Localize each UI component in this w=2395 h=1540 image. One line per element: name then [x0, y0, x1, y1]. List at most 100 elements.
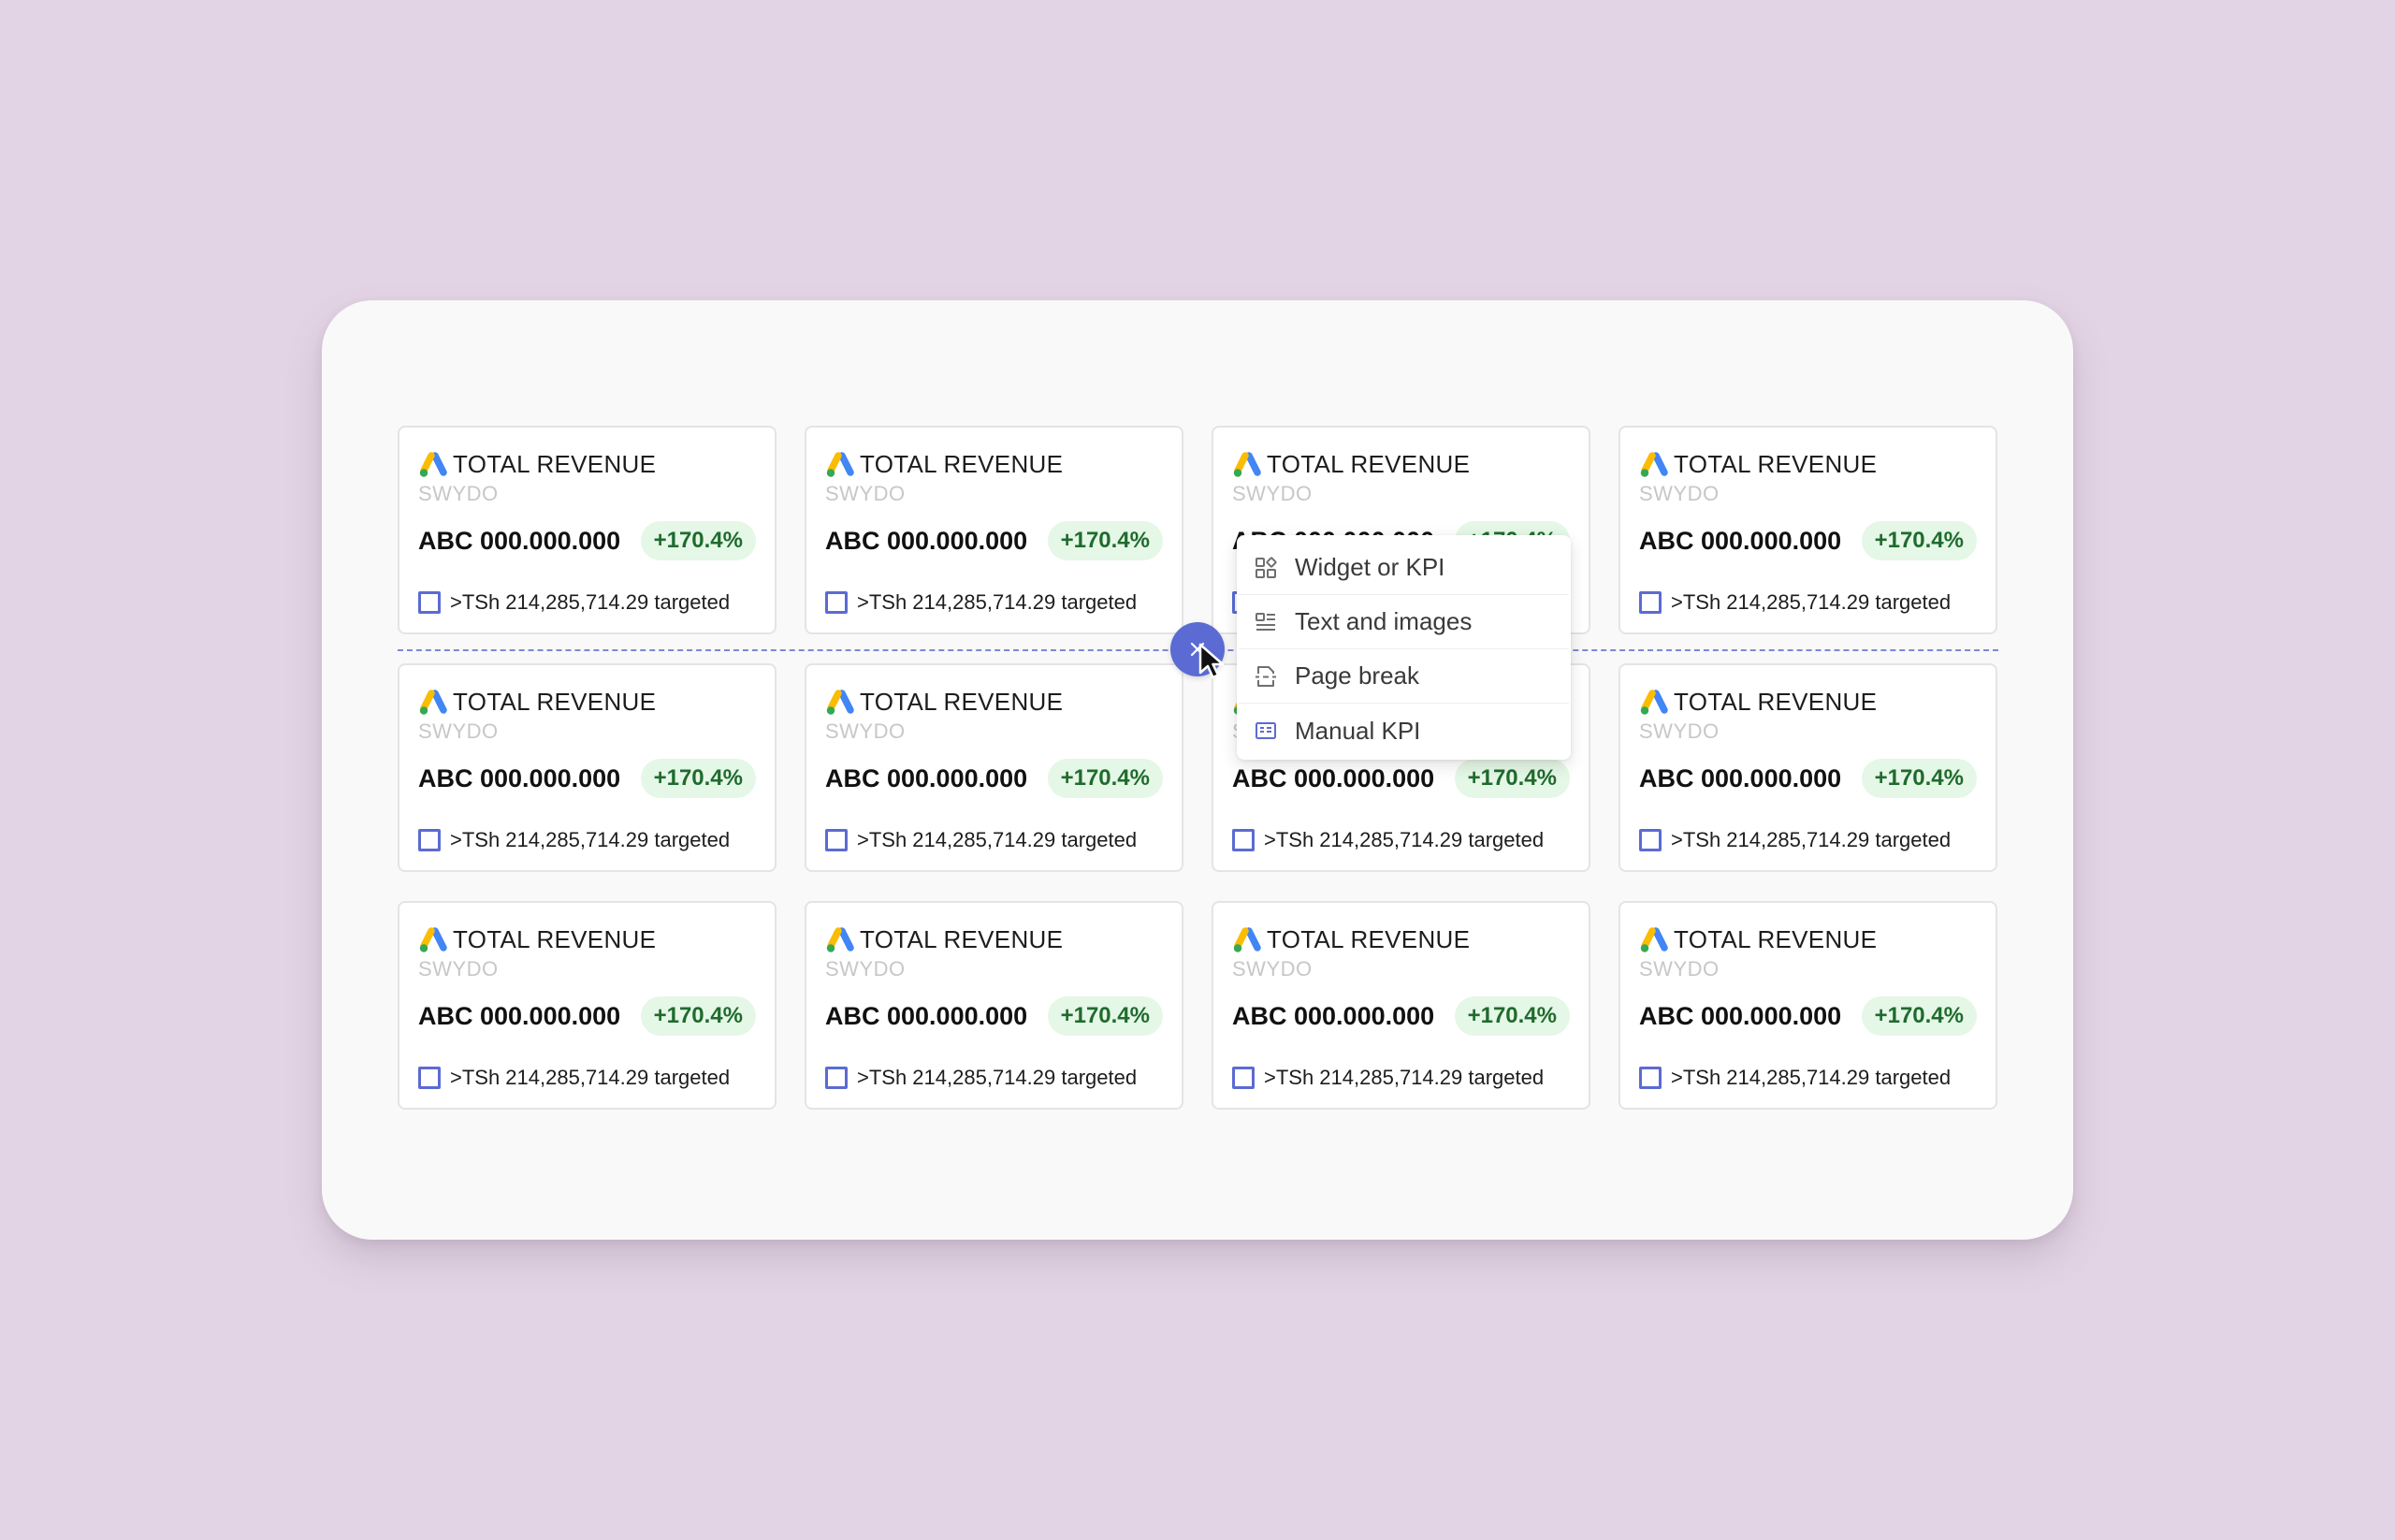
card-title: TOTAL REVENUE: [1267, 925, 1471, 953]
card-target: >TSh 214,285,714.29 targeted: [825, 828, 1137, 852]
target-checkbox[interactable]: [1639, 829, 1662, 851]
target-checkbox[interactable]: [1232, 829, 1255, 851]
card-title: TOTAL REVENUE: [860, 925, 1064, 953]
card-value: ABC 000.000.000: [418, 527, 621, 555]
google-ads-icon: [1640, 451, 1668, 477]
card-header: TOTAL REVENUE: [825, 925, 1063, 954]
card-target: >TSh 214,285,714.29 targeted: [1639, 828, 1951, 852]
card-target: >TSh 214,285,714.29 targeted: [825, 1066, 1137, 1090]
card-value: ABC 000.000.000: [1639, 527, 1842, 555]
kpi-card[interactable]: TOTAL REVENUE SWYDO ABC 000.000.000 +170.4%…: [1212, 901, 1590, 1110]
google-ads-icon: [826, 926, 854, 952]
card-source: SWYDO: [1639, 719, 1720, 743]
change-badge: +170.4%: [640, 759, 756, 798]
google-ads-icon: [1233, 451, 1261, 477]
target-text: >TSh 214,285,714.29 targeted: [857, 828, 1138, 851]
target-checkbox[interactable]: [418, 829, 441, 851]
google-ads-icon: [419, 689, 447, 715]
target-checkbox[interactable]: [825, 1067, 848, 1089]
change-badge: +170.4%: [1861, 521, 1977, 560]
target-checkbox[interactable]: [825, 591, 848, 614]
target-text: >TSh 214,285,714.29 targeted: [1671, 590, 1952, 614]
card-header: TOTAL REVENUE: [1639, 450, 1877, 479]
google-ads-icon: [826, 451, 854, 477]
google-ads-icon: [1233, 926, 1261, 952]
target-checkbox[interactable]: [1639, 1067, 1662, 1089]
mouse-cursor-icon: [1198, 643, 1225, 679]
card-value: ABC 000.000.000: [1232, 764, 1435, 792]
card-target: >TSh 214,285,714.29 targeted: [418, 590, 730, 615]
menu-item-label: Widget or KPI: [1295, 553, 1445, 581]
card-target: >TSh 214,285,714.29 targeted: [1639, 1066, 1951, 1090]
change-badge: +170.4%: [1454, 996, 1570, 1036]
google-ads-icon: [419, 451, 447, 477]
card-value: ABC 000.000.000: [825, 1002, 1028, 1030]
target-checkbox[interactable]: [1232, 1067, 1255, 1089]
google-ads-icon: [826, 689, 854, 715]
menu-item-widget-or-kpi[interactable]: Widget or KPI: [1239, 541, 1569, 595]
card-title: TOTAL REVENUE: [453, 925, 657, 953]
card-target: >TSh 214,285,714.29 targeted: [825, 590, 1137, 615]
card-source: SWYDO: [418, 957, 499, 981]
target-text: >TSh 214,285,714.29 targeted: [857, 1066, 1138, 1089]
menu-item-text-and-images[interactable]: Text and images: [1239, 595, 1569, 649]
card-source: SWYDO: [1639, 957, 1720, 981]
kpi-card[interactable]: TOTAL REVENUE SWYDO ABC 000.000.000 +170.4%…: [805, 426, 1183, 634]
target-checkbox[interactable]: [1639, 591, 1662, 614]
kpi-card[interactable]: TOTAL REVENUE SWYDO ABC 000.000.000 +170.4%…: [805, 663, 1183, 872]
card-value: ABC 000.000.000: [1639, 764, 1842, 792]
card-header: TOTAL REVENUE: [1639, 688, 1877, 717]
target-text: >TSh 214,285,714.29 targeted: [857, 590, 1138, 614]
kpi-card[interactable]: TOTAL REVENUE SWYDO ABC 000.000.000 +170.4%…: [398, 901, 777, 1110]
insert-menu: Widget or KPI Text and images Page break: [1237, 535, 1571, 760]
card-source: SWYDO: [825, 957, 906, 981]
card-title: TOTAL REVENUE: [860, 450, 1064, 478]
card-title: TOTAL REVENUE: [453, 450, 657, 478]
kpi-card[interactable]: TOTAL REVENUE SWYDO ABC 000.000.000 +170.4%…: [805, 901, 1183, 1110]
menu-item-label: Page break: [1295, 661, 1419, 690]
card-value: ABC 000.000.000: [825, 527, 1028, 555]
target-text: >TSh 214,285,714.29 targeted: [450, 828, 731, 851]
target-checkbox[interactable]: [418, 591, 441, 614]
card-header: TOTAL REVENUE: [1232, 925, 1470, 954]
card-value: ABC 000.000.000: [418, 764, 621, 792]
card-header: TOTAL REVENUE: [418, 925, 656, 954]
card-title: TOTAL REVENUE: [1674, 450, 1878, 478]
target-checkbox[interactable]: [825, 829, 848, 851]
change-badge: +170.4%: [1047, 996, 1163, 1036]
change-badge: +170.4%: [1861, 996, 1977, 1036]
card-header: TOTAL REVENUE: [825, 688, 1063, 717]
target-checkbox[interactable]: [418, 1067, 441, 1089]
card-source: SWYDO: [825, 719, 906, 743]
target-text: >TSh 214,285,714.29 targeted: [1671, 828, 1952, 851]
change-badge: +170.4%: [1454, 759, 1570, 798]
change-badge: +170.4%: [1861, 759, 1977, 798]
menu-item-label: Manual KPI: [1295, 716, 1421, 745]
target-text: >TSh 214,285,714.29 targeted: [1264, 828, 1545, 851]
target-text: >TSh 214,285,714.29 targeted: [450, 590, 731, 614]
manual-kpi-icon: [1256, 722, 1276, 739]
menu-item-label: Text and images: [1295, 607, 1473, 635]
change-badge: +170.4%: [640, 521, 756, 560]
menu-item-manual-kpi[interactable]: Manual KPI: [1239, 704, 1569, 758]
kpi-card[interactable]: TOTAL REVENUE SWYDO ABC 000.000.000 +170.4%…: [398, 663, 777, 872]
kpi-card[interactable]: TOTAL REVENUE SWYDO ABC 000.000.000 +170.4%…: [1618, 901, 1997, 1110]
card-target: >TSh 214,285,714.29 targeted: [418, 1066, 730, 1090]
card-value: ABC 000.000.000: [1232, 1002, 1435, 1030]
card-title: TOTAL REVENUE: [1674, 688, 1878, 716]
card-title: TOTAL REVENUE: [1674, 925, 1878, 953]
google-ads-icon: [419, 926, 447, 952]
page-break-icon: [1256, 665, 1276, 687]
card-value: ABC 000.000.000: [825, 764, 1028, 792]
target-text: >TSh 214,285,714.29 targeted: [1671, 1066, 1952, 1089]
kpi-card[interactable]: TOTAL REVENUE SWYDO ABC 000.000.000 +170.4%…: [398, 426, 777, 634]
card-header: TOTAL REVENUE: [825, 450, 1063, 479]
card-source: SWYDO: [825, 482, 906, 505]
menu-item-page-break[interactable]: Page break: [1239, 649, 1569, 704]
kpi-card[interactable]: TOTAL REVENUE SWYDO ABC 000.000.000 +170.4%…: [1618, 663, 1997, 872]
text-image-icon: [1256, 612, 1275, 631]
kpi-card[interactable]: TOTAL REVENUE SWYDO ABC 000.000.000 +170.4%…: [1618, 426, 1997, 634]
card-target: >TSh 214,285,714.29 targeted: [418, 828, 730, 852]
card-header: TOTAL REVENUE: [418, 450, 656, 479]
target-text: >TSh 214,285,714.29 targeted: [1264, 1066, 1545, 1089]
